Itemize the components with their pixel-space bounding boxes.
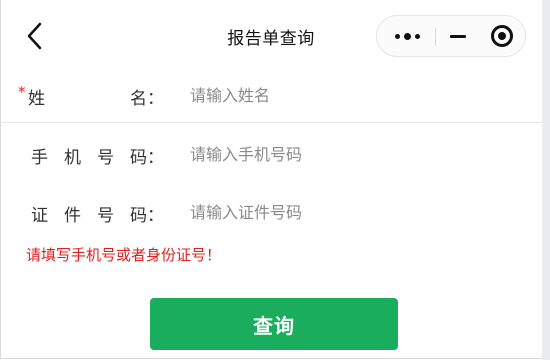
- name-input[interactable]: [190, 80, 520, 110]
- minimize-icon: [450, 35, 466, 38]
- id-label-char-3: 号: [97, 206, 114, 226]
- mini-program-capsule: [376, 15, 526, 57]
- name-label-char-1: 姓: [28, 89, 45, 109]
- minimize-button[interactable]: [443, 16, 473, 56]
- name-row: * 姓 名：: [0, 80, 542, 110]
- id-row: 证 件 号 码：: [0, 197, 542, 227]
- name-label-char-2: 名：: [130, 89, 164, 109]
- capsule-divider: [435, 28, 436, 46]
- validation-error: 请填写手机号或者身份证号！: [26, 246, 222, 264]
- query-button[interactable]: 查询: [150, 298, 398, 350]
- phone-input[interactable]: [190, 139, 520, 169]
- more-button[interactable]: [389, 16, 431, 56]
- phone-row: 手 机 号 码：: [0, 139, 542, 169]
- id-label-char-1: 证: [31, 206, 48, 226]
- phone-label-char-2: 机: [64, 148, 81, 168]
- phone-label-char-3: 号: [97, 148, 114, 168]
- close-button[interactable]: [487, 16, 517, 56]
- id-card-input[interactable]: [190, 197, 520, 227]
- id-label-char-4: 码：: [130, 206, 164, 226]
- phone-label-char-1: 手: [31, 148, 48, 168]
- id-label-char-2: 件: [64, 206, 81, 226]
- required-mark: *: [18, 83, 26, 101]
- nav-bar: 报告单查询: [0, 0, 542, 70]
- scroll-gutter: [542, 0, 550, 360]
- phone-label-char-4: 码：: [130, 148, 164, 168]
- form-divider: [0, 122, 542, 123]
